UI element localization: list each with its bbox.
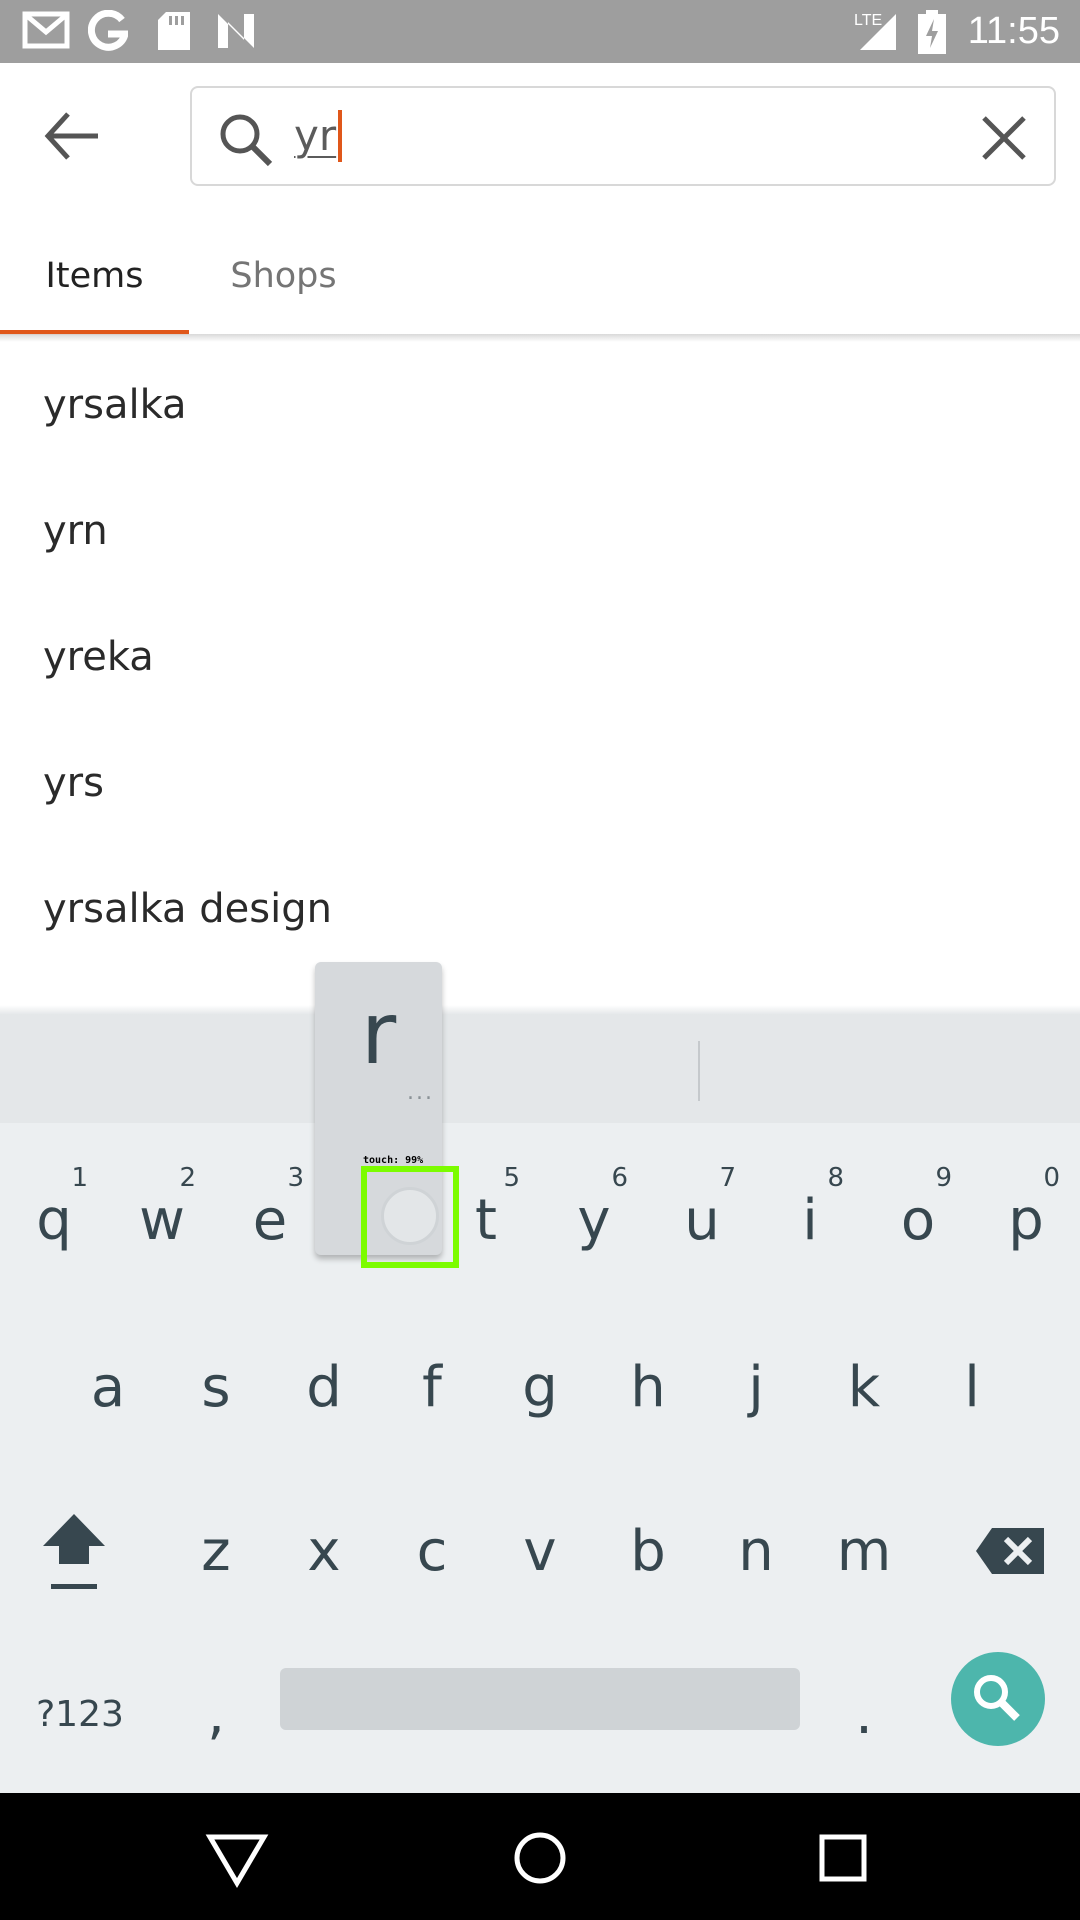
search-input[interactable]: yr — [294, 106, 343, 166]
key-z[interactable]: z — [162, 1492, 270, 1612]
clock: 11:55 — [967, 10, 1060, 52]
key-v[interactable]: v — [486, 1492, 594, 1612]
gmail-icon — [22, 11, 70, 49]
key-m[interactable]: m — [810, 1492, 918, 1612]
tabs-shadow — [0, 334, 1080, 342]
n-icon — [218, 14, 254, 48]
key-p[interactable]: 0p — [972, 1161, 1080, 1281]
home-circle-icon[interactable] — [505, 1823, 575, 1893]
key-o[interactable]: 9o — [864, 1161, 972, 1281]
shift-key[interactable] — [20, 1492, 128, 1612]
suggestion-item[interactable]: yrs — [0, 720, 1080, 846]
key-i[interactable]: 8i — [756, 1161, 864, 1281]
search-icon — [974, 1675, 1020, 1721]
key-e[interactable]: 3e — [216, 1161, 324, 1281]
key-n[interactable]: n — [702, 1492, 810, 1612]
status-bar: LTE 11:55 — [0, 0, 1080, 63]
shift-icon — [43, 1514, 105, 1589]
sd-card-icon — [158, 12, 190, 50]
key-b[interactable]: b — [594, 1492, 702, 1612]
key-j[interactable]: j — [702, 1328, 810, 1448]
comma-key[interactable]: , — [162, 1655, 270, 1775]
text-caret — [338, 110, 343, 162]
back-triangle-icon[interactable] — [202, 1823, 272, 1893]
back-button[interactable] — [40, 106, 110, 166]
key-q[interactable]: 1q — [0, 1161, 108, 1281]
tab-items[interactable]: Items — [0, 240, 189, 336]
tab-shops[interactable]: Shops — [189, 240, 378, 336]
space-key[interactable] — [280, 1668, 800, 1730]
key-f[interactable]: f — [378, 1328, 486, 1448]
search-icon — [220, 114, 273, 167]
signal-icon — [860, 14, 896, 50]
backspace-key[interactable] — [956, 1492, 1064, 1612]
popup-char: r — [360, 984, 397, 1084]
symbols-key[interactable]: ?123 — [20, 1655, 140, 1775]
key-k[interactable]: k — [810, 1328, 918, 1448]
suggestion-divider — [698, 1041, 700, 1101]
suggestion-item[interactable]: yrn — [0, 468, 1080, 594]
suggestion-item[interactable]: yreka — [0, 594, 1080, 720]
battery-charging-icon — [918, 10, 946, 54]
suggestion-item[interactable]: yrsalka — [0, 342, 1080, 468]
key-l[interactable]: l — [918, 1328, 1026, 1448]
search-action-key[interactable] — [951, 1652, 1045, 1746]
keyboard: 1q 2w 3e 4r 5t 6y 7u 8i 9o 0p a s d f g … — [0, 1015, 1080, 1793]
touch-label: touch: 99% — [363, 1155, 424, 1166]
key-d[interactable]: d — [270, 1328, 378, 1448]
key-g[interactable]: g — [486, 1328, 594, 1448]
key-a[interactable]: a — [54, 1328, 162, 1448]
key-s[interactable]: s — [162, 1328, 270, 1448]
key-x[interactable]: x — [270, 1492, 378, 1612]
recents-square-icon[interactable] — [808, 1823, 878, 1893]
backspace-icon — [976, 1528, 1044, 1574]
arrow-back-icon — [44, 112, 98, 160]
google-icon — [88, 10, 128, 51]
popup-more-indicator: ... — [407, 1080, 434, 1105]
search-box[interactable]: yr — [190, 86, 1056, 186]
close-icon[interactable] — [980, 114, 1028, 162]
suggestion-item[interactable]: yrsalka design — [0, 846, 1080, 972]
navigation-bar — [0, 1793, 1080, 1920]
key-w[interactable]: 2w — [108, 1161, 216, 1281]
period-key[interactable]: . — [810, 1655, 918, 1775]
key-c[interactable]: c — [378, 1492, 486, 1612]
touch-highlight-box — [361, 1166, 459, 1268]
keyboard-shadow — [0, 1005, 1080, 1015]
tab-bar: Items Shops — [0, 240, 1080, 336]
key-y[interactable]: 6y — [540, 1161, 648, 1281]
key-h[interactable]: h — [594, 1328, 702, 1448]
key-u[interactable]: 7u — [648, 1161, 756, 1281]
keyboard-suggestion-strip — [0, 1015, 1080, 1123]
